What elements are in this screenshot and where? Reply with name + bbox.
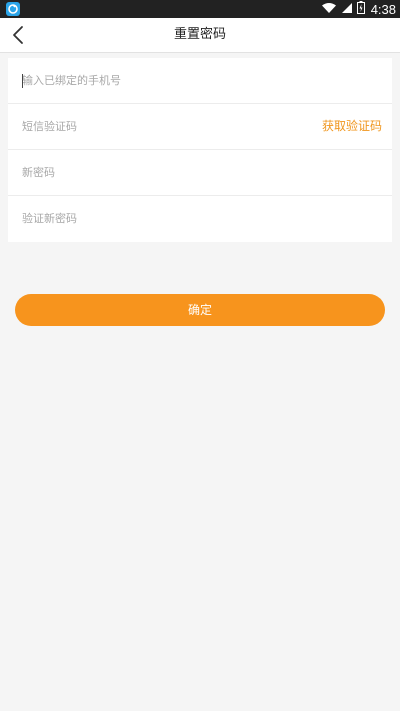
page-title: 重置密码 <box>173 27 226 42</box>
battery-icon <box>356 1 365 17</box>
sms-code-input[interactable] <box>22 104 312 149</box>
confirm-button[interactable]: 确定 <box>15 294 385 326</box>
status-indicators: 4:38 <box>321 0 396 18</box>
confirm-password-row <box>8 196 392 242</box>
nav-bar: 重置密码 <box>0 18 400 53</box>
new-password-row <box>8 150 392 196</box>
app-logo-icon <box>6 2 20 16</box>
status-bar: 4:38 <box>0 0 400 18</box>
status-time: 4:38 <box>370 1 396 17</box>
wifi-icon <box>321 2 337 17</box>
confirm-password-input[interactable] <box>22 196 312 241</box>
signal-icon <box>341 2 353 17</box>
sms-code-row: 获取验证码 <box>8 104 392 150</box>
text-cursor <box>22 74 23 88</box>
new-password-input[interactable] <box>22 150 312 195</box>
phone-input[interactable] <box>22 58 312 103</box>
phone-row <box>8 58 392 104</box>
get-code-button[interactable]: 获取验证码 <box>322 104 382 149</box>
reset-password-form: 获取验证码 <box>8 58 392 242</box>
